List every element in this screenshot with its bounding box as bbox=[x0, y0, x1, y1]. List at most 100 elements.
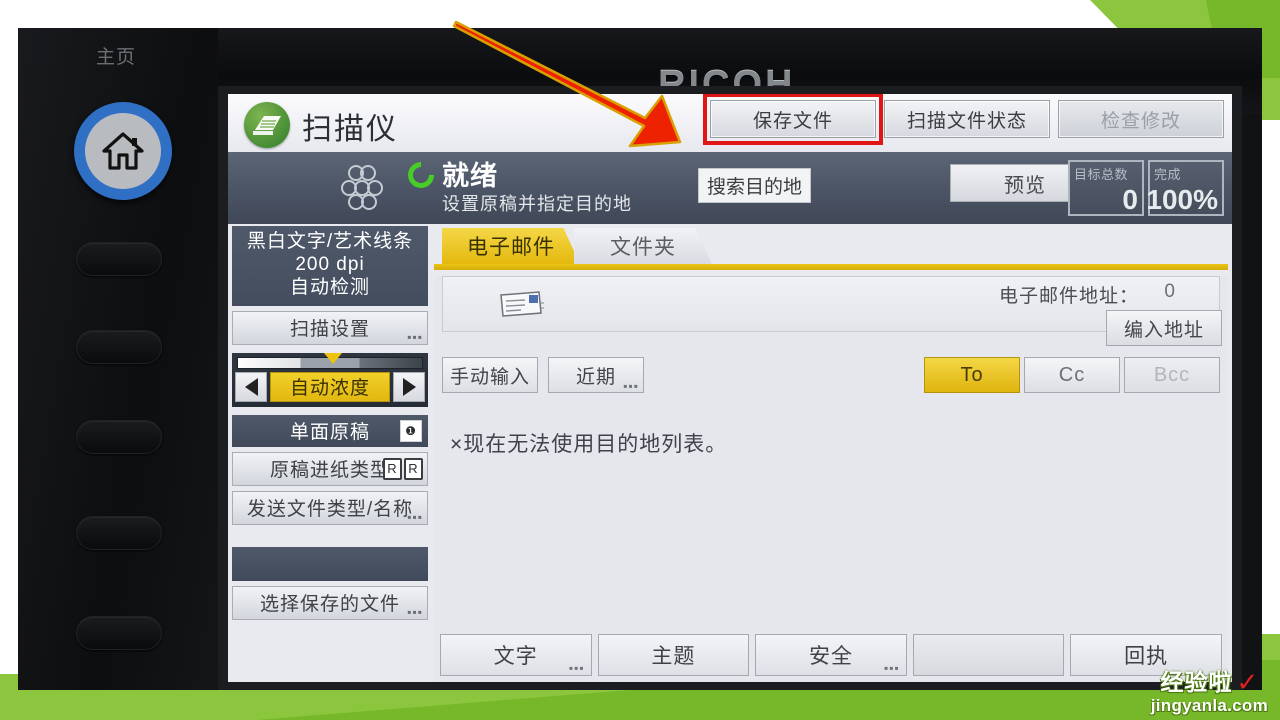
status-ready-text: 就绪 bbox=[442, 161, 498, 191]
option-disabled-button[interactable] bbox=[912, 634, 1065, 676]
job-dots-icon bbox=[341, 165, 383, 210]
recipient-type-group: To Cc Bcc bbox=[924, 357, 1220, 393]
tab-folder[interactable]: 文件夹 bbox=[574, 228, 712, 264]
density-label[interactable]: 自动浓度 bbox=[270, 371, 390, 402]
check-modify-button[interactable]: 检查修改 bbox=[1058, 100, 1224, 138]
email-destination-card: 电子邮件地址： 0 编入地址 手动输入 近期 ▪▪▪ To Cc Bcc ×现在… bbox=[434, 276, 1228, 682]
address-action-row: 手动输入 近期 ▪▪▪ To Cc Bcc bbox=[442, 356, 1220, 394]
save-file-button[interactable]: 保存文件 bbox=[710, 100, 876, 138]
scan-settings-sidebar: 黑白文字/艺术线条 200 dpi 自动检测 扫描设置 ▪▪▪ 自动浓度 单面原… bbox=[232, 226, 428, 678]
hard-key-2[interactable] bbox=[76, 330, 162, 364]
original-side-header: 单面原稿 ❶ bbox=[232, 414, 428, 447]
watermark-brand-row: 经验啦 ✓ bbox=[1151, 669, 1268, 695]
file-type-name-button[interactable]: 发送文件类型/名称 ▪▪▪ bbox=[232, 490, 428, 525]
hard-key-3[interactable] bbox=[76, 420, 162, 454]
density-control: 自动浓度 bbox=[232, 352, 428, 407]
destination-panel: 电子邮件 文件夹 电子邮件地址： 0 编入地址 手动输入 近期 ▪▪▪ To C… bbox=[434, 226, 1228, 682]
feed-orientation-icons: R R bbox=[383, 457, 423, 480]
page-title: 扫描仪 bbox=[302, 113, 398, 146]
screenshot-root: RICOH 主页 扫描仪 保存文件 扫描文件状态 检查修改 就绪 设置原稿并指定… bbox=[0, 0, 1280, 720]
counter-total-value: 0 bbox=[1122, 184, 1138, 215]
single-sided-icon: ❶ bbox=[400, 419, 422, 442]
option-subject-button[interactable]: 主题 bbox=[597, 634, 750, 676]
option-text-button[interactable]: 文字 ▪▪▪ bbox=[440, 634, 592, 676]
enter-address-button[interactable]: 编入地址 bbox=[1106, 310, 1222, 346]
counter-total-label: 目标总数 bbox=[1074, 167, 1129, 182]
home-button[interactable] bbox=[74, 102, 172, 200]
ready-spinner-icon bbox=[402, 156, 440, 194]
counter-complete: 完成 100% bbox=[1146, 160, 1224, 216]
file-type-name-label: 发送文件类型/名称 bbox=[246, 499, 414, 521]
option-receipt-label: 回执 bbox=[1124, 645, 1169, 668]
scan-mode-line: 黑白文字/艺术线条 bbox=[246, 231, 414, 252]
scanner-glyph bbox=[253, 116, 281, 135]
recipient-bcc-button[interactable]: Bcc bbox=[1124, 357, 1220, 393]
home-button-label: 主页 bbox=[96, 47, 137, 68]
manual-input-label: 手动输入 bbox=[449, 366, 530, 388]
watermark-url: jingyanla.com bbox=[1150, 696, 1268, 715]
top-toolbar: 保存文件 扫描文件状态 检查修改 bbox=[703, 94, 1224, 145]
scan-resolution-line: 200 dpi bbox=[295, 254, 365, 276]
feed-type-label: 原稿进纸类型 bbox=[269, 460, 390, 482]
status-bar: 就绪 设置原稿并指定目的地 搜索目的地 预览 目标总数 0 完成 100% bbox=[228, 152, 1232, 224]
select-saved-file-button[interactable]: 选择保存的文件 ▪▪▪ bbox=[232, 585, 428, 620]
scan-settings-summary: 黑白文字/艺术线条 200 dpi 自动检测 bbox=[232, 226, 428, 306]
density-right-button[interactable] bbox=[393, 371, 425, 402]
recent-label: 近期 bbox=[575, 366, 616, 388]
option-security-button[interactable]: 安全 ▪▪▪ bbox=[755, 634, 907, 676]
recent-button[interactable]: 近期 ▪▪▪ bbox=[548, 357, 644, 393]
select-saved-file-label: 选择保存的文件 bbox=[259, 594, 400, 616]
tab-email[interactable]: 电子邮件 bbox=[442, 228, 580, 264]
counter-total-destinations: 目标总数 0 bbox=[1068, 160, 1144, 216]
touchscreen-frame: 扫描仪 保存文件 扫描文件状态 检查修改 就绪 设置原稿并指定目的地 搜索目的地… bbox=[218, 86, 1242, 690]
email-option-buttons: 文字 ▪▪▪ 主题 安全 ▪▪▪ 回执 bbox=[440, 634, 1222, 676]
left-arrow-icon bbox=[244, 377, 258, 396]
orientation-portrait-icon: R bbox=[383, 457, 402, 480]
scan-settings-button[interactable]: 扫描设置 ▪▪▪ bbox=[232, 310, 428, 345]
counter-group: 目标总数 0 完成 100% bbox=[1068, 160, 1224, 216]
hard-key-5[interactable] bbox=[76, 616, 162, 650]
hard-key-1[interactable] bbox=[76, 242, 162, 276]
scan-settings-label: 扫描设置 bbox=[289, 319, 370, 341]
scan-file-status-button[interactable]: 扫描文件状态 bbox=[884, 100, 1050, 138]
status-ready-subtext: 设置原稿并指定目的地 bbox=[442, 194, 632, 214]
manual-input-button[interactable]: 手动输入 bbox=[442, 357, 538, 393]
scanner-icon bbox=[244, 102, 290, 148]
home-button-face bbox=[85, 113, 161, 189]
printer-device: RICOH 主页 扫描仪 保存文件 扫描文件状态 检查修改 就绪 设置原稿并指定… bbox=[18, 28, 1262, 690]
recipient-cc-button[interactable]: Cc bbox=[1024, 357, 1120, 393]
ellipsis-icon: ▪▪▪ bbox=[623, 379, 639, 393]
search-destination-button[interactable]: 搜索目的地 bbox=[698, 168, 812, 203]
ellipsis-icon: ▪▪▪ bbox=[407, 329, 423, 344]
orientation-landscape-icon: R bbox=[404, 457, 423, 480]
envelope-icon bbox=[500, 291, 544, 317]
recipient-to-button[interactable]: To bbox=[924, 357, 1020, 393]
home-icon bbox=[102, 132, 144, 170]
email-address-count: 0 bbox=[1164, 281, 1175, 302]
hard-key-4[interactable] bbox=[76, 516, 162, 550]
feed-type-button[interactable]: 原稿进纸类型 R R bbox=[232, 451, 428, 486]
scan-detect-line: 自动检测 bbox=[289, 277, 370, 299]
counter-complete-value: 100% bbox=[1146, 184, 1218, 215]
ellipsis-icon: ▪▪▪ bbox=[407, 604, 423, 619]
option-subject-label: 主题 bbox=[651, 645, 696, 668]
destination-list-notice: ×现在无法使用目的地列表。 bbox=[450, 433, 728, 456]
option-security-label: 安全 bbox=[808, 645, 853, 668]
original-side-label: 单面原稿 bbox=[289, 422, 370, 444]
email-address-label: 电子邮件地址： bbox=[998, 286, 1139, 307]
address-bar: 电子邮件地址： 0 bbox=[442, 276, 1220, 332]
ellipsis-icon: ▪▪▪ bbox=[407, 509, 423, 524]
check-icon: ✓ bbox=[1236, 667, 1259, 697]
sidebar-divider bbox=[232, 546, 428, 581]
control-panel-left-bezel: 主页 bbox=[18, 28, 218, 690]
ellipsis-icon: ▪▪▪ bbox=[568, 661, 585, 675]
save-file-button-wrap: 保存文件 bbox=[703, 94, 883, 145]
counter-complete-label: 完成 bbox=[1154, 167, 1182, 182]
destination-tabs: 电子邮件 文件夹 bbox=[434, 226, 1228, 264]
density-row: 自动浓度 bbox=[235, 371, 425, 402]
ellipsis-icon: ▪▪▪ bbox=[884, 661, 900, 675]
right-arrow-icon bbox=[402, 377, 416, 396]
option-text-label: 文字 bbox=[493, 645, 538, 668]
watermark: 经验啦 ✓ jingyanla.com bbox=[1151, 669, 1268, 714]
density-left-button[interactable] bbox=[235, 371, 267, 402]
